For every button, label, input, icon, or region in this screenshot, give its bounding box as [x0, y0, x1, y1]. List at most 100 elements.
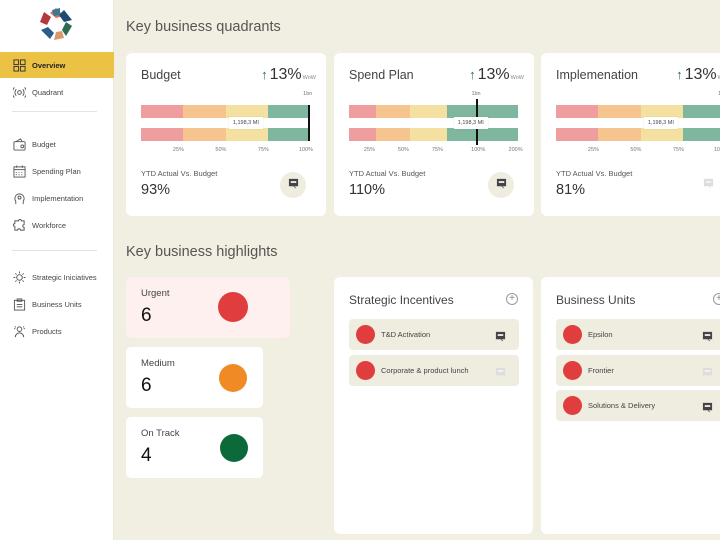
bar-row-top — [141, 105, 310, 118]
sidebar-item-workforce[interactable]: Workforce — [0, 212, 114, 238]
business-units-card: Business Units + Epsilon Frontier Soluti… — [541, 277, 720, 534]
axis-ticks: 25% 50% 75% 100% — [556, 147, 720, 157]
sidebar-item-label: Workforce — [32, 220, 67, 230]
comment-icon[interactable] — [702, 365, 713, 377]
arrow-up-icon: ↑ — [469, 67, 476, 82]
add-icon[interactable]: + — [713, 293, 720, 305]
comment-button[interactable] — [695, 172, 720, 198]
grid-icon — [12, 58, 26, 72]
scale-label: 1bn — [471, 91, 481, 97]
status-label: On Track — [141, 428, 180, 439]
status-dot-red — [563, 396, 582, 415]
person-icon — [12, 324, 26, 338]
list-item[interactable]: Epsilon — [556, 319, 720, 350]
quadrant-card-implementation[interactable]: Implemenation ↑ 13% WoW 1bn 1,198,3 MI 2… — [541, 53, 720, 216]
tick-label: 100% — [298, 147, 313, 153]
list-item-label: Corporate & product lunch — [381, 365, 469, 375]
lightbulb-icon — [12, 270, 26, 284]
sidebar-item-products[interactable]: Products — [0, 318, 114, 344]
tick-label: 200% — [508, 147, 523, 153]
head-icon — [12, 191, 26, 205]
list-item[interactable]: Solutions & Delivery — [556, 390, 720, 421]
sidebar-item-label: Products — [32, 326, 62, 336]
quadrant-card-budget[interactable]: Budget ↑ 13% WoW 1bn 1,198,3 MI 25% 50% 75… — [126, 53, 326, 216]
sidebar-item-business-units[interactable]: Business Units — [0, 291, 114, 317]
sidebar-item-quadrant[interactable]: Quadrant — [0, 79, 114, 105]
status-dot-red — [356, 360, 375, 380]
list-item-label: T&D Activation — [381, 330, 431, 339]
sidebar-item-strategic-iniciatives[interactable]: Strategic Iniciatives — [0, 264, 114, 290]
sidebar-item-label: Quadrant — [32, 87, 64, 97]
bar-segment — [267, 128, 310, 141]
list-item[interactable]: T&D Activation — [349, 319, 519, 350]
list-item[interactable]: Corporate & product lunch — [349, 354, 519, 386]
card-title: Strategic Incentives — [349, 293, 454, 307]
bar-segment — [682, 128, 720, 141]
sidebar-item-label: Overview — [32, 60, 66, 70]
status-label: Medium — [141, 358, 175, 369]
clipboard-icon — [12, 297, 26, 311]
status-dot-red — [563, 325, 582, 344]
comment-icon[interactable] — [495, 365, 506, 377]
tick-label: 50% — [397, 147, 409, 153]
tick-label: 25% — [172, 147, 184, 153]
sidebar-item-implementation[interactable]: Implementation — [0, 185, 114, 211]
status-dot-orange — [219, 364, 247, 392]
progress-bar: 1bn 1,198,3 MI — [141, 91, 313, 153]
list-item-label: Solutions & Delivery — [588, 401, 656, 410]
status-count: 6 — [141, 305, 152, 326]
comment-button[interactable] — [280, 172, 306, 198]
comment-icon[interactable] — [702, 329, 713, 342]
sidebar-item-spending-plan[interactable]: Spending Plan — [0, 158, 114, 184]
scale-label: 1bn — [303, 91, 313, 97]
card-title: Spend Plan — [349, 68, 414, 82]
list-item[interactable]: Frontier — [556, 354, 720, 386]
delta-value: 13% — [684, 66, 717, 83]
sidebar-item-budget[interactable]: Budget — [0, 131, 114, 157]
bar-segment — [141, 105, 184, 118]
signal-icon — [12, 85, 26, 99]
card-title: Budget — [141, 68, 181, 82]
bar-row-top — [556, 105, 720, 118]
comment-icon — [288, 176, 299, 194]
bar-segment — [682, 105, 720, 118]
bar-segment — [447, 128, 518, 141]
sidebar-item-overview[interactable]: Overview — [0, 52, 114, 78]
comment-icon[interactable] — [495, 329, 506, 342]
value-callout: 1,198,3 MI — [643, 117, 678, 129]
section-title-highlights: Key business highlights — [126, 244, 278, 260]
bar-segment — [376, 105, 410, 118]
tick-label: 50% — [630, 147, 642, 153]
list-item-label: Epsilon — [588, 330, 613, 339]
card-title: Business Units — [556, 293, 636, 307]
comment-icon[interactable] — [702, 400, 713, 413]
value-callout: 1,198,3 MI — [228, 117, 263, 129]
strategic-incentives-card: Strategic Incentives + T&D Activation Co… — [334, 277, 533, 534]
status-card-on-track[interactable]: On Track 4 — [126, 417, 263, 478]
tick-label: 75% — [431, 147, 443, 153]
bar-segment — [598, 128, 641, 141]
quadrant-card-spend-plan[interactable]: Spend Plan ↑ 13% WoW 1bn 1,198,3 MI 25% 5… — [334, 53, 534, 216]
bar-segment — [409, 105, 447, 118]
status-dot-red — [218, 292, 248, 322]
delta-value: 13% — [477, 66, 510, 83]
card-title: Implemenation — [556, 68, 638, 82]
bar-segment — [141, 128, 184, 141]
delta-indicator: ↑ 13% WoW — [676, 66, 720, 84]
add-icon[interactable]: + — [506, 293, 518, 305]
axis-ticks: 25% 50% 75% 100% 200% — [349, 147, 523, 157]
status-count: 4 — [141, 445, 152, 466]
comment-button[interactable] — [488, 172, 514, 198]
tick-label: 75% — [672, 147, 684, 153]
ytd-value: 110% — [349, 182, 386, 198]
status-card-medium[interactable]: Medium 6 — [126, 347, 263, 408]
bar-segment — [225, 128, 268, 141]
status-dot-red — [563, 360, 582, 380]
bar-row-bottom — [556, 128, 720, 141]
bar-row-bottom — [141, 128, 310, 141]
tick-label: 25% — [587, 147, 599, 153]
status-card-urgent[interactable]: Urgent 6 — [126, 277, 290, 338]
section-title-quadrants: Key business quadrants — [126, 19, 281, 35]
sidebar-item-label: Strategic Iniciatives — [32, 272, 97, 282]
puzzle-icon — [12, 218, 26, 232]
